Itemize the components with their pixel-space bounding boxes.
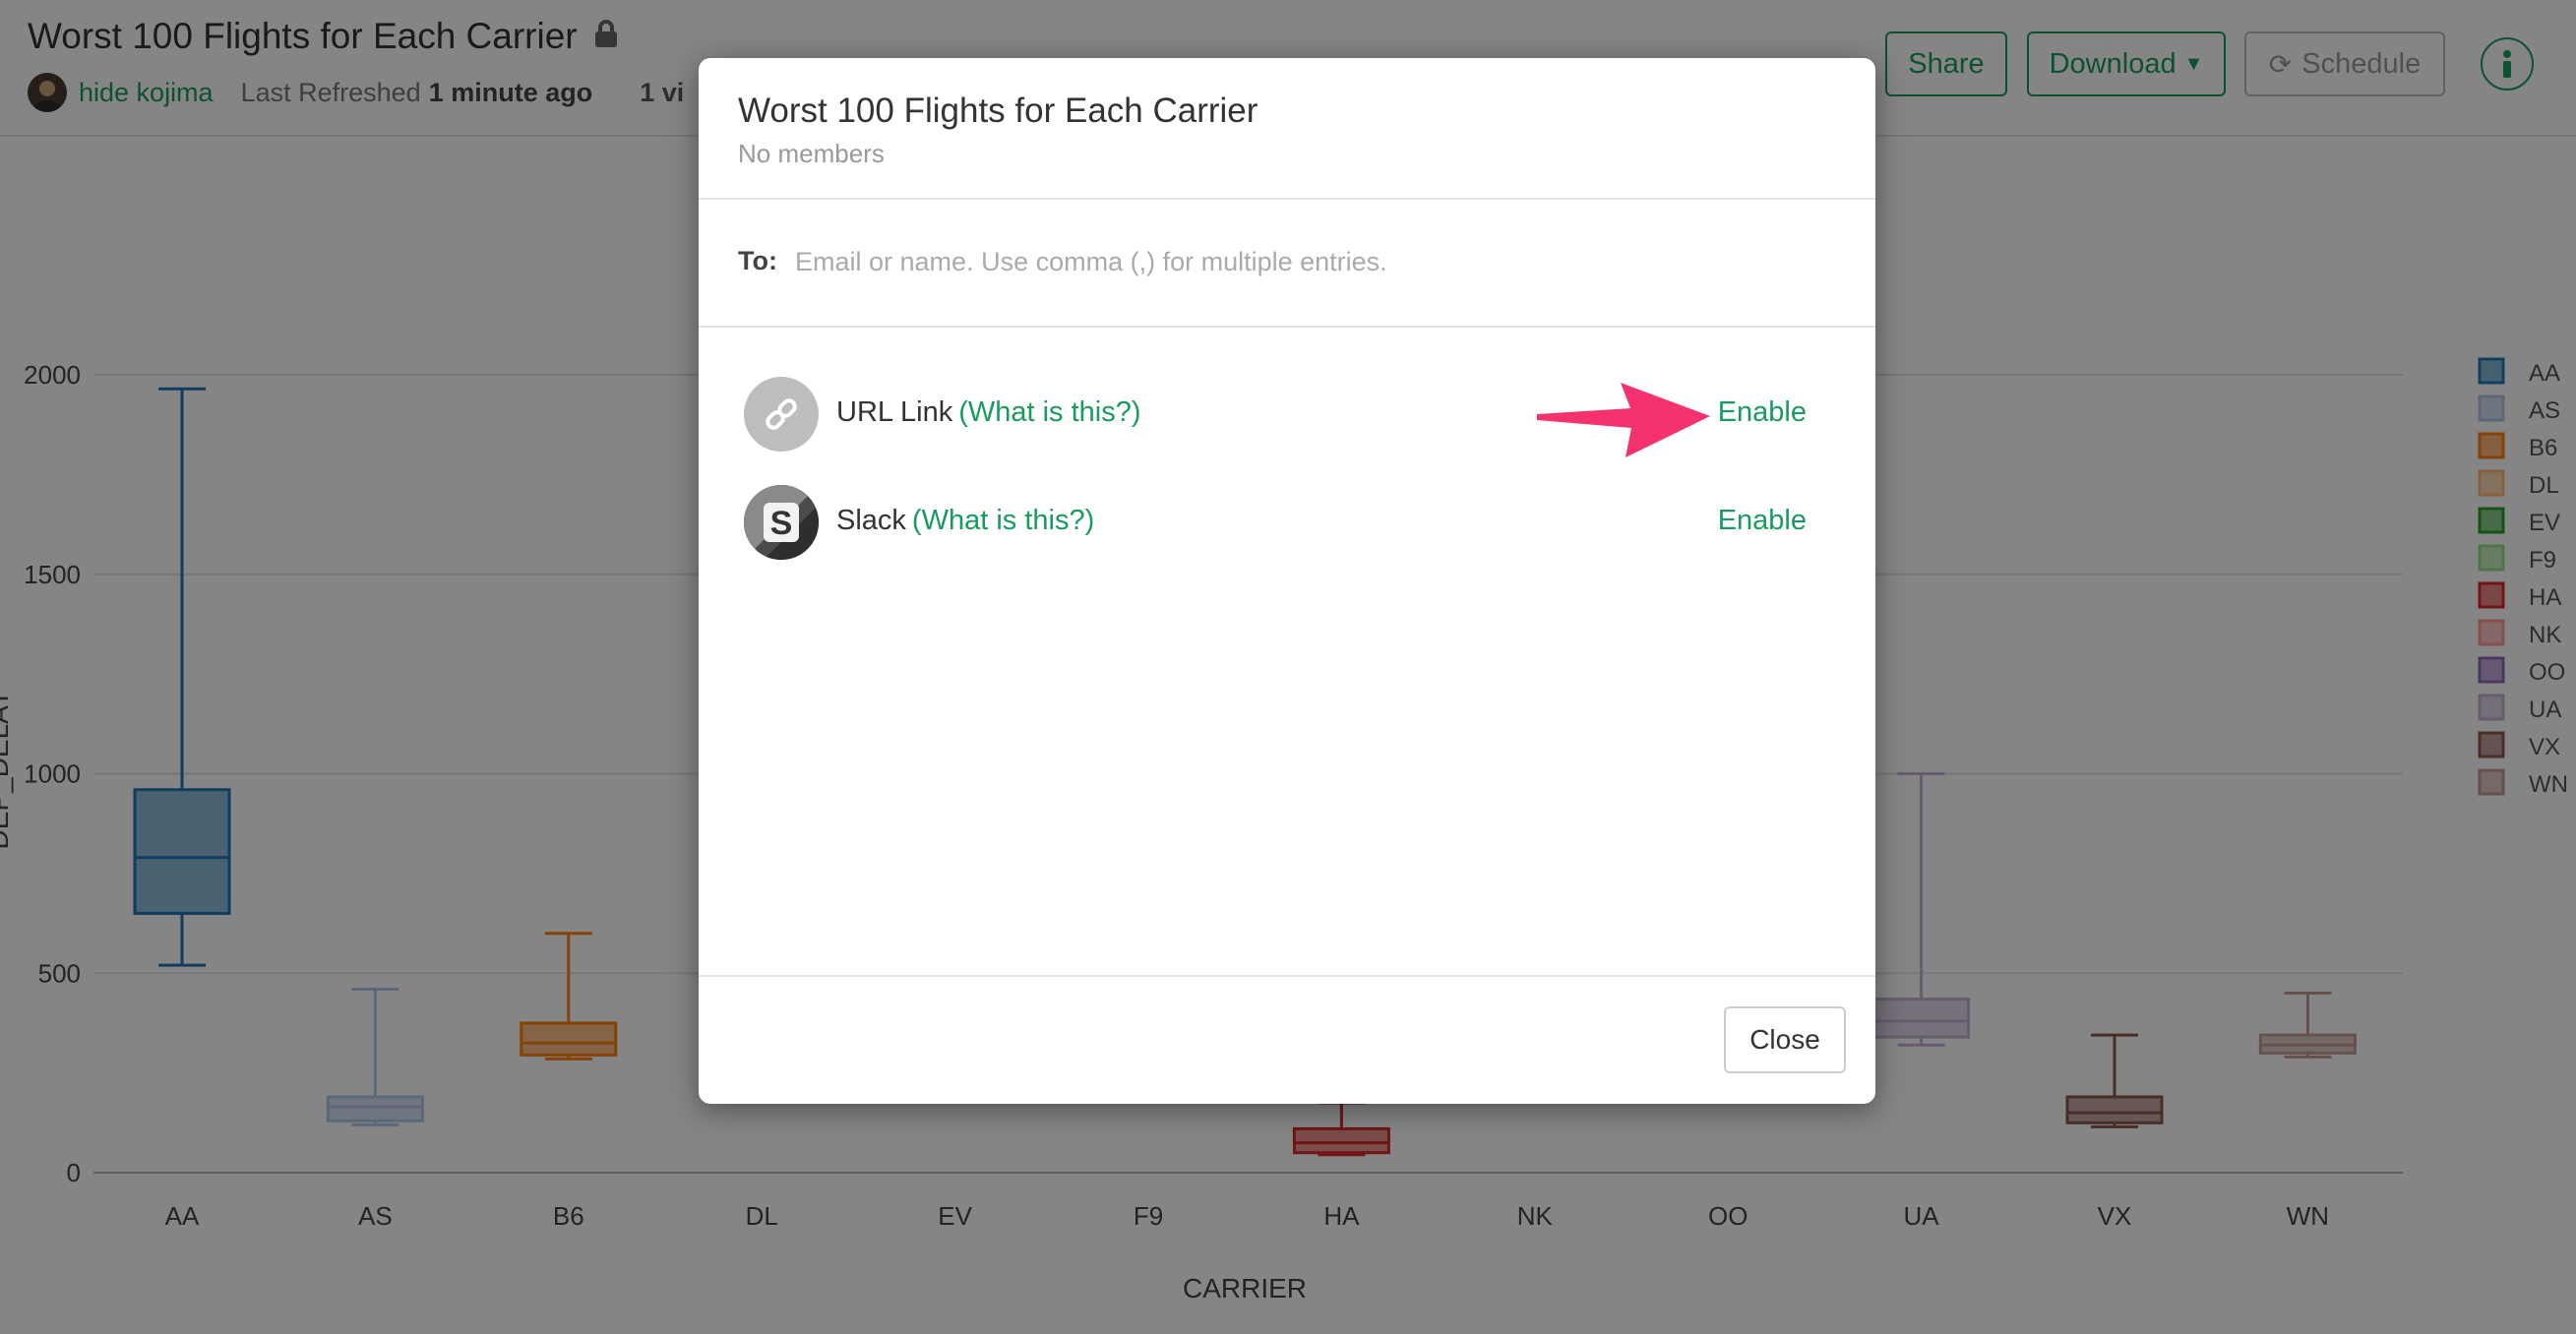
slack-name: Slack (836, 505, 906, 536)
share-dialog: Worst 100 Flights for Each Carrier No me… (699, 58, 1875, 1104)
url-link-label: URL Link (What is this?) (836, 396, 1141, 429)
to-label: To: (738, 246, 777, 275)
dialog-subtitle: No members (738, 139, 885, 168)
slack-icon: S (744, 485, 819, 560)
url-link-help-link[interactable]: (What is this?) (958, 396, 1140, 428)
close-button[interactable]: Close (1724, 1006, 1846, 1073)
dialog-title: Worst 100 Flights for Each Carrier (738, 91, 1258, 130)
recipient-input[interactable] (793, 229, 1820, 294)
slack-label: Slack (What is this?) (836, 505, 1094, 537)
dialog-footer: Close (699, 975, 1875, 1104)
slack-help-link[interactable]: (What is this?) (912, 505, 1094, 536)
url-link-name: URL Link (836, 396, 953, 428)
link-icon (744, 377, 819, 452)
share-option-slack: S Slack (What is this?) Enable (699, 479, 1875, 568)
recipient-row: To: (699, 200, 1875, 328)
dialog-header: Worst 100 Flights for Each Carrier No me… (699, 58, 1875, 200)
pointer-arrow-icon (1537, 383, 1710, 457)
slack-enable-link[interactable]: Enable (1718, 505, 1807, 537)
svg-text:S: S (770, 505, 793, 542)
url-link-enable-link[interactable]: Enable (1718, 396, 1807, 429)
